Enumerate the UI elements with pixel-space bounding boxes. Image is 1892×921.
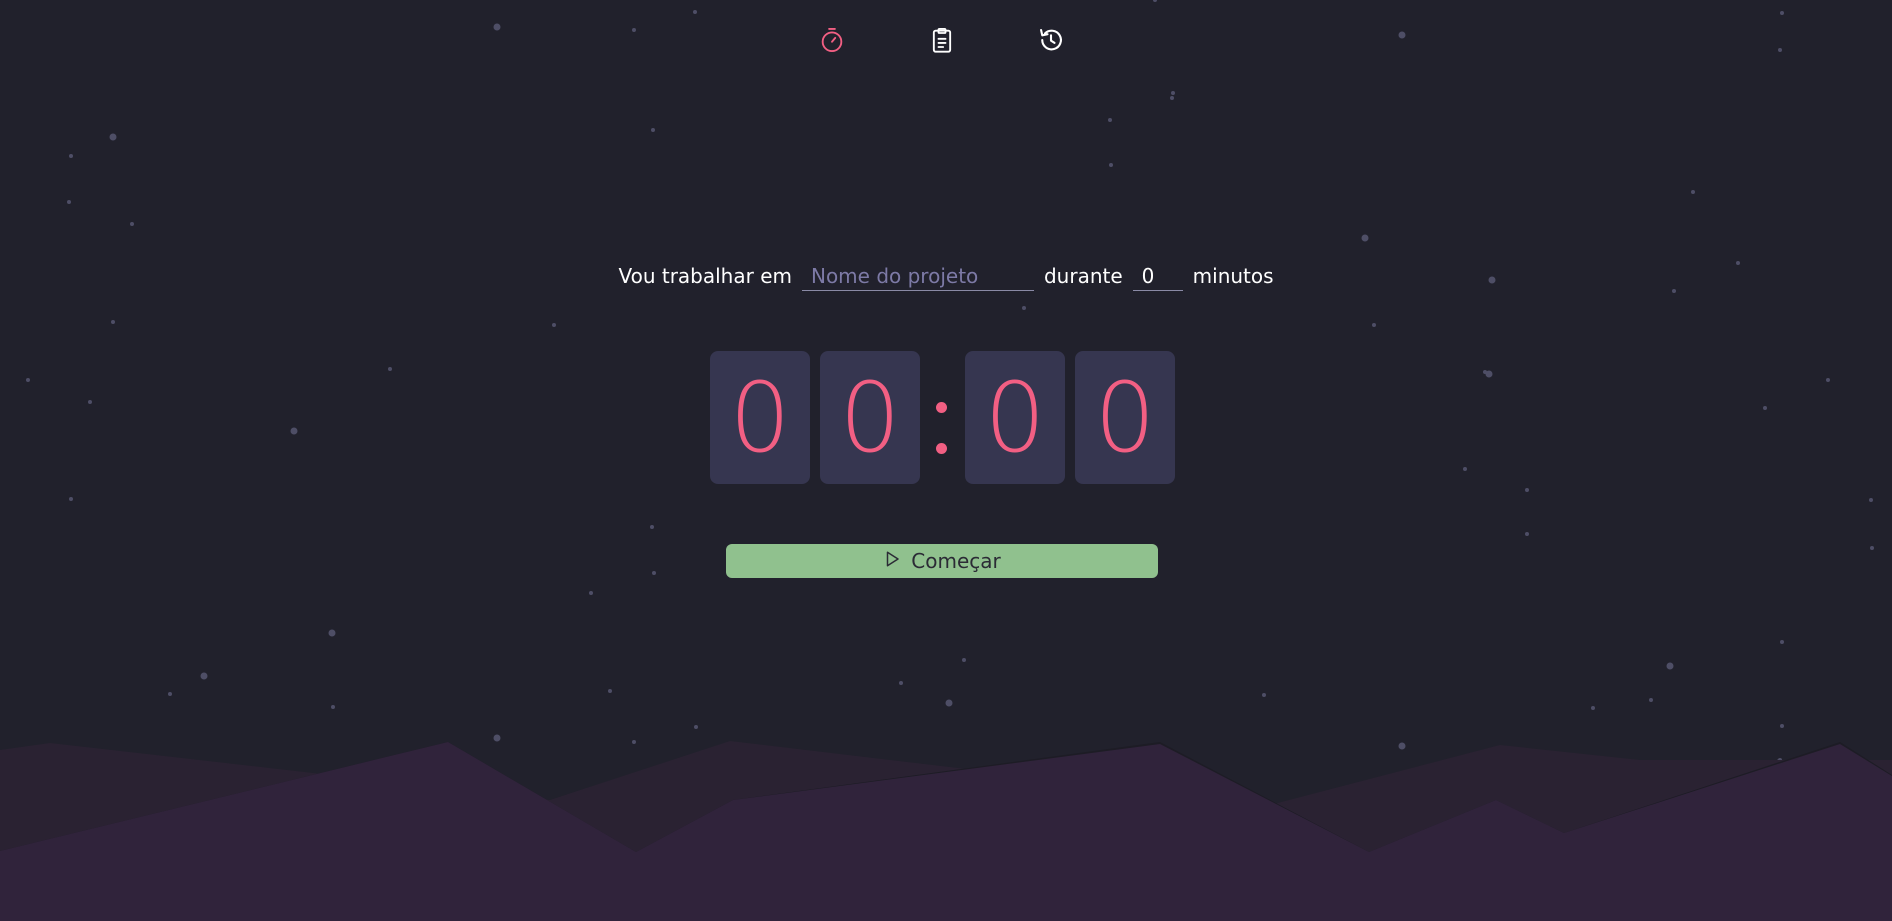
form-suffix-label: minutos bbox=[1192, 264, 1274, 288]
nav-tasks-button[interactable] bbox=[922, 22, 962, 62]
form-prefix-label: Vou trabalhar em bbox=[618, 264, 792, 288]
nav-history-button[interactable] bbox=[1031, 22, 1071, 62]
history-icon bbox=[1037, 26, 1065, 58]
seconds-ones-digit: 0 bbox=[1075, 351, 1175, 484]
clipboard-icon bbox=[928, 26, 956, 58]
seconds-tens-digit: 0 bbox=[965, 351, 1065, 484]
play-icon bbox=[883, 549, 911, 573]
start-button[interactable]: Começar bbox=[726, 544, 1158, 578]
minutes-ones-digit: 0 bbox=[820, 351, 920, 484]
task-form: Vou trabalhar em durante minutos bbox=[0, 258, 1892, 294]
app-root: Vou trabalhar em durante minutos 0 0 0 0… bbox=[0, 0, 1892, 921]
form-middle-label: durante bbox=[1043, 264, 1123, 288]
mountain-landscape bbox=[0, 741, 1892, 921]
project-name-input[interactable] bbox=[801, 261, 1034, 291]
stopwatch-icon bbox=[818, 26, 846, 58]
start-button-label: Começar bbox=[911, 549, 1001, 573]
minutes-input[interactable] bbox=[1132, 261, 1183, 291]
colon-bottom-dot bbox=[936, 443, 947, 454]
nav-timer-button[interactable] bbox=[812, 22, 852, 62]
top-navigation bbox=[0, 22, 1892, 62]
minutes-tens-digit: 0 bbox=[710, 351, 810, 484]
colon-top-dot bbox=[936, 402, 947, 413]
